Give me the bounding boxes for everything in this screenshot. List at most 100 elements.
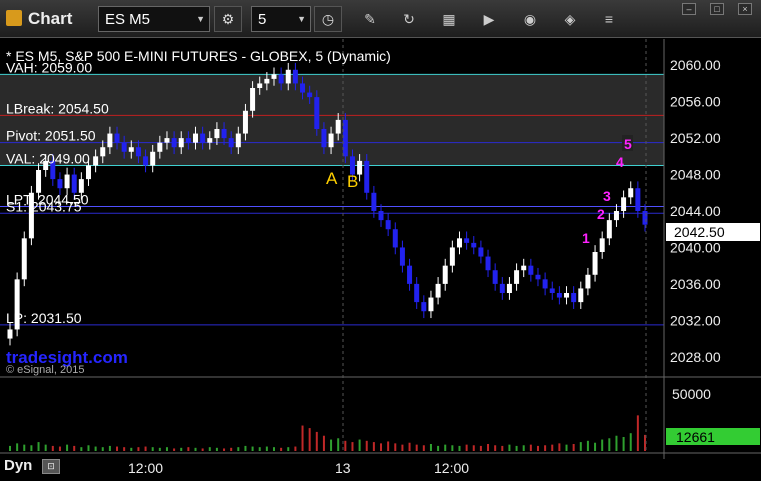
maximize-icon[interactable]: □ [710,3,724,15]
candle-body [578,288,584,303]
annotation-a: A [326,169,338,188]
volume-bar [501,445,504,451]
candle-body [371,192,377,211]
candle-body [100,147,106,157]
candle-body [414,283,420,303]
candle-body [185,138,191,143]
candle-body [328,133,334,148]
volume-bar [130,447,133,451]
candle-body [264,78,270,84]
candle-body [535,274,541,280]
candle-body [285,69,291,84]
volume-bar [116,446,119,451]
price-tick: 2044.00 [670,203,721,219]
candle-body [214,129,220,139]
gear-icon[interactable]: ⚙ [214,6,242,32]
price-axis-ticks: 2060.00 2056.00 2052.00 2048.00 2044.00 2040.… [670,57,721,365]
volume-bar [301,425,304,451]
volume-bar [586,440,589,451]
candle-body [492,270,498,284]
volume-bar [458,445,461,451]
candle-body [171,138,177,148]
volume-bar [9,445,11,451]
time-tick-1: 12:00 [128,460,163,476]
price-tick: 2056.00 [670,94,721,110]
price-chart[interactable]: * ES M5, S&P 500 E-MINI FUTURES - GLOBEX… [0,39,761,481]
level-label: Pivot: 2051.50 [6,128,96,144]
candle-body [36,170,42,193]
candle-body [564,293,570,298]
pencil-icon[interactable]: ✎ [361,11,379,27]
candle-body [407,265,413,284]
price-tick: 2040.00 [670,239,721,255]
volume-bar [30,445,33,451]
candle-body [135,147,141,157]
lock-icon[interactable]: ⊡ [42,459,60,474]
price-tick: 2028.00 [670,349,721,365]
candle-body [7,329,13,339]
volume-bar [308,428,311,451]
symbol-input[interactable]: ES M5 ▼ [98,6,210,32]
count-label-3: 3 [603,188,611,204]
volume-bar [201,448,204,451]
target-icon[interactable]: ◉ [521,11,539,27]
chevron-down-icon[interactable]: ▼ [196,14,205,24]
volume-bar [572,444,575,451]
candle-body [542,279,548,289]
candle-body [200,133,206,143]
close-icon[interactable]: × [738,3,752,15]
volume-bar [408,442,411,451]
volume-bar [151,447,154,451]
minimize-icon[interactable]: – [682,3,696,15]
candle-body [428,297,434,312]
dynamic-label[interactable]: Dyn [4,457,32,474]
candle-body [114,133,120,143]
candle-body [21,238,27,280]
candle-body [606,220,612,239]
candle-body [571,293,577,303]
volume-bar [94,446,97,451]
volume-bar [315,431,318,451]
candle-body [64,174,70,189]
candle-body [207,138,213,143]
price-tick: 2036.00 [670,276,721,292]
candle-body [385,220,391,230]
volume-bar [365,440,368,451]
volume-bar [451,445,454,451]
copyright: © eSignal, 2015 [6,364,84,376]
volume-bar [73,445,76,451]
refresh-icon[interactable]: ↻ [400,11,418,27]
clock-icon[interactable]: ◷ [314,6,342,32]
chart-app-icon [6,10,22,26]
interval-input[interactable]: 5 ▼ [251,6,311,32]
candle-body [157,142,163,152]
candle-body [585,274,591,289]
candle-body [335,119,341,134]
play-icon[interactable]: ▶ [480,11,498,27]
volume-bar [565,444,568,451]
candle-body [592,252,598,275]
tag-icon[interactable]: ◈ [561,11,579,27]
volume-bar [173,448,176,451]
grid-icon[interactable]: ▦ [440,11,458,27]
level-label: VAL: 2049.00 [6,150,90,166]
candle-body [521,265,527,271]
volume-bar [608,438,611,451]
volume-bar [401,444,404,451]
candle-body [435,283,441,298]
candle-body [556,293,562,298]
volume-bar [108,445,111,451]
candle-body [514,270,520,284]
candle-body [471,242,477,248]
window-title: Chart [28,9,73,28]
volume-bar [487,444,490,451]
volume-bar [123,447,126,451]
candle-body [93,156,99,166]
count-label-5: 5 [624,136,632,152]
list-icon[interactable]: ≡ [600,11,618,27]
candle-body [642,211,648,225]
level-label: LBreak: 2054.50 [6,100,109,116]
volume-bar [280,447,283,451]
volume-bar [44,444,47,451]
chevron-down-icon[interactable]: ▼ [297,14,306,24]
